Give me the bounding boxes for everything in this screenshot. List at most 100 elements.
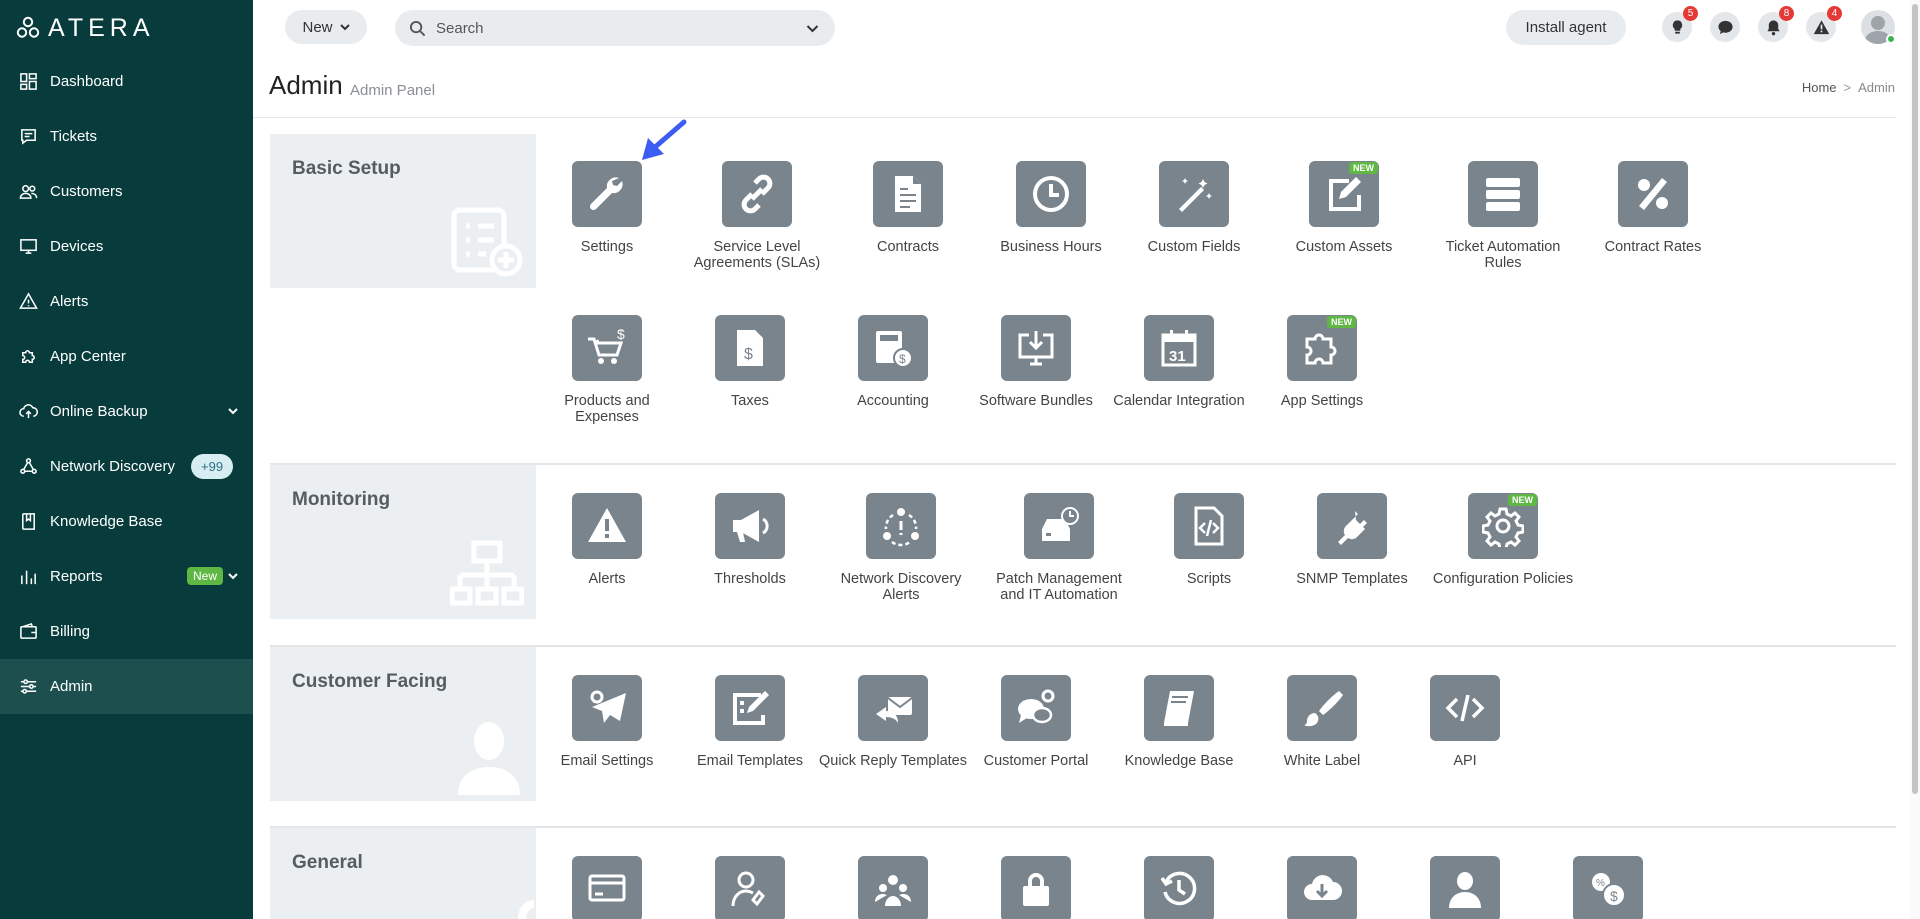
svg-text:%: % xyxy=(1596,878,1605,889)
tile-label: Custom Fields xyxy=(1147,239,1241,255)
chat-button[interactable] xyxy=(1710,12,1740,42)
chevron-down-icon xyxy=(339,24,350,31)
svg-text:$: $ xyxy=(899,352,906,366)
sidebar-item-label: Customers xyxy=(50,183,123,200)
tile-api[interactable]: API xyxy=(1390,675,1540,769)
tile-downloads[interactable] xyxy=(1247,856,1397,919)
tile-alerts[interactable]: Alerts xyxy=(532,493,682,587)
chevron-down-icon[interactable] xyxy=(227,404,239,421)
sidebar: ATERA Dashboard Tickets Customers Device… xyxy=(0,0,253,919)
tile-products-expenses[interactable]: $ Products and Expenses xyxy=(532,315,682,425)
sidebar-item-online-backup[interactable]: Online Backup xyxy=(0,384,253,439)
search-icon xyxy=(409,20,426,36)
search-bar[interactable] xyxy=(395,10,835,46)
code-file-icon xyxy=(1174,493,1244,559)
new-button[interactable]: New xyxy=(285,10,367,44)
tile-label: Customer Portal xyxy=(983,753,1089,769)
online-status-dot xyxy=(1886,34,1896,44)
alerts-badge: 4 xyxy=(1827,6,1842,21)
tile-label: Alerts xyxy=(588,571,626,587)
user-silhouette-icon xyxy=(456,719,522,800)
atera-logo[interactable]: ATERA xyxy=(16,14,155,42)
puzzle-icon: NEW xyxy=(1287,315,1357,381)
sidebar-item-knowledge-base[interactable]: Knowledge Base xyxy=(0,494,253,549)
tile-label: Knowledge Base xyxy=(1124,753,1234,769)
sidebar-item-billing[interactable]: Billing xyxy=(0,604,253,659)
tile-thresholds[interactable]: Thresholds xyxy=(675,493,825,587)
breadcrumb-separator: > xyxy=(1843,80,1852,95)
tile-snmp-templates[interactable]: SNMP Templates xyxy=(1277,493,1427,587)
sidebar-item-reports[interactable]: Reports New xyxy=(0,549,253,604)
install-agent-button[interactable]: Install agent xyxy=(1506,10,1626,45)
edit-note-icon: NEW xyxy=(1309,161,1379,227)
tile-label: Ticket Automation Rules xyxy=(1445,239,1561,271)
tile-email-templates[interactable]: Email Templates xyxy=(675,675,825,769)
sidebar-item-label: Devices xyxy=(50,238,104,255)
clock-icon xyxy=(1016,161,1086,227)
tile-custom-assets[interactable]: NEW Custom Assets xyxy=(1269,161,1419,255)
tile-slas[interactable]: Service Level Agreements (SLAs) xyxy=(682,161,832,271)
sidebar-item-alerts[interactable]: Alerts xyxy=(0,274,253,329)
tile-technician[interactable] xyxy=(675,856,825,919)
tile-knowledge-base[interactable]: Knowledge Base xyxy=(1104,675,1254,769)
sidebar-item-devices[interactable]: Devices xyxy=(0,219,253,274)
megaphone-icon xyxy=(715,493,785,559)
tile-quick-reply-templates[interactable]: Quick Reply Templates xyxy=(818,675,968,769)
magic-wand-icon xyxy=(1159,161,1229,227)
tile-taxes[interactable]: $ Taxes xyxy=(675,315,825,409)
alerts-button[interactable]: 4 xyxy=(1806,6,1842,42)
tile-custom-fields[interactable]: Custom Fields xyxy=(1119,161,1269,255)
tile-activity-log[interactable] xyxy=(1104,856,1254,919)
tips-button[interactable]: 5 xyxy=(1662,6,1698,42)
tile-patch-management[interactable]: Patch Management and IT Automation xyxy=(984,493,1134,603)
tile-software-bundles[interactable]: Software Bundles xyxy=(961,315,1111,409)
wallet-icon xyxy=(18,622,38,642)
drive-clock-icon xyxy=(1024,493,1094,559)
sidebar-item-customers[interactable]: Customers xyxy=(0,164,253,219)
sidebar-item-network-discovery[interactable]: Network Discovery +99 xyxy=(0,439,253,494)
page-scrollbar[interactable] xyxy=(1910,0,1920,919)
tile-billing[interactable] xyxy=(532,856,682,919)
sidebar-item-dashboard[interactable]: Dashboard xyxy=(0,54,253,109)
sidebar-item-tickets[interactable]: Tickets xyxy=(0,109,253,164)
reply-mail-icon xyxy=(858,675,928,741)
tile-customer-portal[interactable]: Customer Portal xyxy=(961,675,1111,769)
tile-security[interactable] xyxy=(961,856,1111,919)
tile-calendar-integration[interactable]: 31 Calendar Integration xyxy=(1104,315,1254,409)
tile-label: Products and Expenses xyxy=(564,393,650,425)
sidebar-item-app-center[interactable]: App Center xyxy=(0,329,253,384)
sidebar-item-admin[interactable]: Admin xyxy=(0,659,253,714)
tile-network-discovery-alerts[interactable]: Network Discovery Alerts xyxy=(826,493,976,603)
sidebar-item-label: Network Discovery xyxy=(50,458,176,475)
search-input[interactable] xyxy=(436,19,806,37)
tile-accounting[interactable]: $ Accounting xyxy=(818,315,968,409)
sidebar-item-label: Online Backup xyxy=(50,403,148,420)
tile-app-settings[interactable]: NEW App Settings xyxy=(1247,315,1397,409)
tile-email-settings[interactable]: Email Settings xyxy=(532,675,682,769)
dashboard-icon xyxy=(18,72,38,92)
svg-text:31: 31 xyxy=(1169,348,1186,365)
svg-text:$: $ xyxy=(744,346,753,363)
notifications-button[interactable]: 8 xyxy=(1758,6,1794,42)
page-title: Admin xyxy=(269,70,343,100)
tile-currency[interactable]: % $ xyxy=(1533,856,1683,919)
credit-card-icon xyxy=(572,856,642,919)
tile-user-groups[interactable] xyxy=(818,856,968,919)
template-edit-icon xyxy=(715,675,785,741)
tile-settings[interactable]: Settings xyxy=(532,161,682,255)
tile-scripts[interactable]: Scripts xyxy=(1134,493,1284,587)
tile-configuration-policies[interactable]: NEW Configuration Policies xyxy=(1428,493,1578,587)
puzzle-icon xyxy=(18,347,38,367)
chevron-down-icon[interactable] xyxy=(227,569,239,586)
scrollbar-thumb[interactable] xyxy=(1912,4,1918,794)
lock-icon xyxy=(1001,856,1071,919)
tile-label: Quick Reply Templates xyxy=(818,753,968,769)
tile-white-label[interactable]: White Label xyxy=(1247,675,1397,769)
search-dropdown-toggle[interactable] xyxy=(806,22,819,40)
breadcrumb-home[interactable]: Home xyxy=(1802,80,1837,95)
tile-contract-rates[interactable]: Contract Rates xyxy=(1578,161,1728,255)
tile-my-profile[interactable] xyxy=(1390,856,1540,919)
tile-ticket-automation-rules[interactable]: Ticket Automation Rules xyxy=(1428,161,1578,271)
tile-contracts[interactable]: Contracts xyxy=(833,161,983,255)
tile-business-hours[interactable]: Business Hours xyxy=(976,161,1126,255)
